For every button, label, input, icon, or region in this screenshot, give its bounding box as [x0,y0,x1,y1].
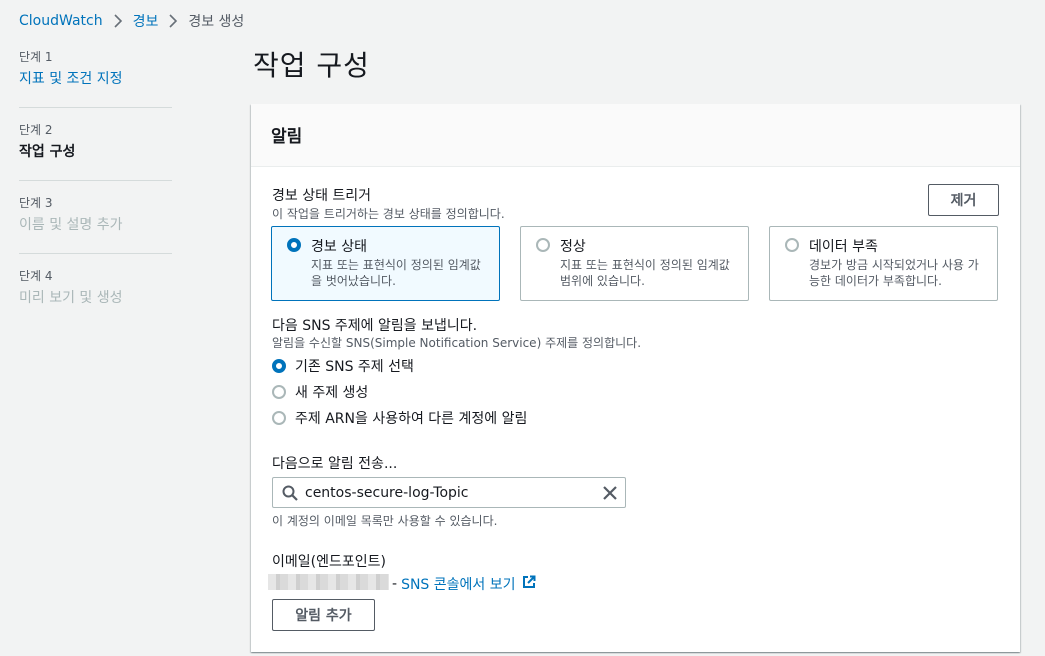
sns-option-arn[interactable]: 주제 ARN을 사용하여 다른 계정에 알림 [272,408,527,428]
wizard-steps: 단계 1 지표 및 조건 지정 단계 2 작업 구성 단계 3 이름 및 설명 … [19,47,172,326]
breadcrumb: CloudWatch 경보 경보 생성 [19,11,244,31]
sns-option-new[interactable]: 새 주제 생성 [272,382,368,402]
page-title: 작업 구성 [253,49,370,82]
step-number: 단계 1 [19,50,53,64]
trigger-option-ok[interactable]: 정상 지표 또는 표현식이 정의된 임계값 범위에 있습니다. [520,226,749,301]
breadcrumb-cloudwatch[interactable]: CloudWatch [19,13,103,29]
panel-header: 알림 [251,104,1020,167]
step-1: 단계 1 지표 및 조건 지정 [19,47,172,107]
sns-console-link[interactable]: - SNS 콘솔에서 보기 [392,574,536,594]
sns-option-label: 주제 ARN을 사용하여 다른 계정에 알림 [295,411,528,427]
step-4: 단계 4 미리 보기 및 생성 [19,253,172,326]
trigger-option-label: 정상 [560,239,586,255]
radio-icon [272,385,286,399]
breadcrumb-alarms[interactable]: 경보 [133,11,159,31]
chevron-right-icon [109,14,127,28]
trigger-option-desc: 경보가 방금 시작되었거나 사용 가능한 데이터가 부족합니다. [809,258,979,288]
trigger-option-alarm[interactable]: 경보 상태 지표 또는 표현식이 정의된 임계값을 벗어났습니다. [271,226,500,301]
search-icon [282,485,298,505]
radio-icon [785,238,799,252]
external-link-icon [522,575,536,593]
radio-selected-icon [272,359,286,373]
step-number: 단계 4 [19,269,53,283]
step-number: 단계 2 [19,123,53,137]
trigger-option-label: 경보 상태 [311,239,367,255]
radio-icon [536,238,550,252]
topic-search [272,477,626,508]
send-to-hint: 이 계정의 이메일 목록만 사용할 수 있습니다. [272,514,498,528]
sns-option-label: 새 주제 생성 [295,385,369,401]
radio-icon [272,411,286,425]
trigger-option-label: 데이터 부족 [809,239,878,255]
radio-selected-icon [287,238,301,252]
send-to-label: 다음으로 알림 전송... [272,456,398,472]
breadcrumb-current: 경보 생성 [188,14,245,30]
step-2-label: 작업 구성 [19,144,76,160]
step-1-link[interactable]: 지표 및 조건 지정 [19,69,172,89]
step-2: 단계 2 작업 구성 [19,107,172,180]
step-3: 단계 3 이름 및 설명 추가 [19,180,172,253]
sns-console-link-label: SNS 콘솔에서 보기 [401,577,516,593]
email-label: 이메일(엔드포인트) [272,554,386,570]
sns-option-label: 기존 SNS 주제 선택 [295,359,414,375]
trigger-option-desc: 지표 또는 표현식이 정의된 임계값을 벗어났습니다. [311,258,481,288]
step-4-label: 미리 보기 및 생성 [19,290,123,306]
trigger-option-desc: 지표 또는 표현식이 정의된 임계값 범위에 있습니다. [560,258,730,288]
sns-option-existing[interactable]: 기존 SNS 주제 선택 [272,356,414,376]
sns-label: 다음 SNS 주제에 알림을 보냅니다. [272,318,478,334]
trigger-option-insufficient[interactable]: 데이터 부족 경보가 방금 시작되었거나 사용 가능한 데이터가 부족합니다. [769,226,998,301]
chevron-right-icon [164,14,182,28]
trigger-label: 경보 상태 트리거 [272,188,372,204]
step-number: 단계 3 [19,196,53,210]
sns-desc: 알림을 수신할 SNS(Simple Notification Service)… [272,336,642,350]
remove-button[interactable]: 제거 [928,184,999,216]
notification-panel: 알림 경보 상태 트리거 이 작업을 트리거하는 경보 상태를 정의합니다. 제… [251,104,1020,652]
add-notification-button[interactable]: 알림 추가 [272,599,375,631]
redacted-email [268,574,389,590]
topic-search-input[interactable] [305,482,595,504]
step-3-label: 이름 및 설명 추가 [19,217,123,233]
trigger-desc: 이 작업을 트리거하는 경보 상태를 정의합니다. [272,207,505,221]
panel-title: 알림 [271,127,303,147]
clear-icon[interactable] [602,485,618,505]
